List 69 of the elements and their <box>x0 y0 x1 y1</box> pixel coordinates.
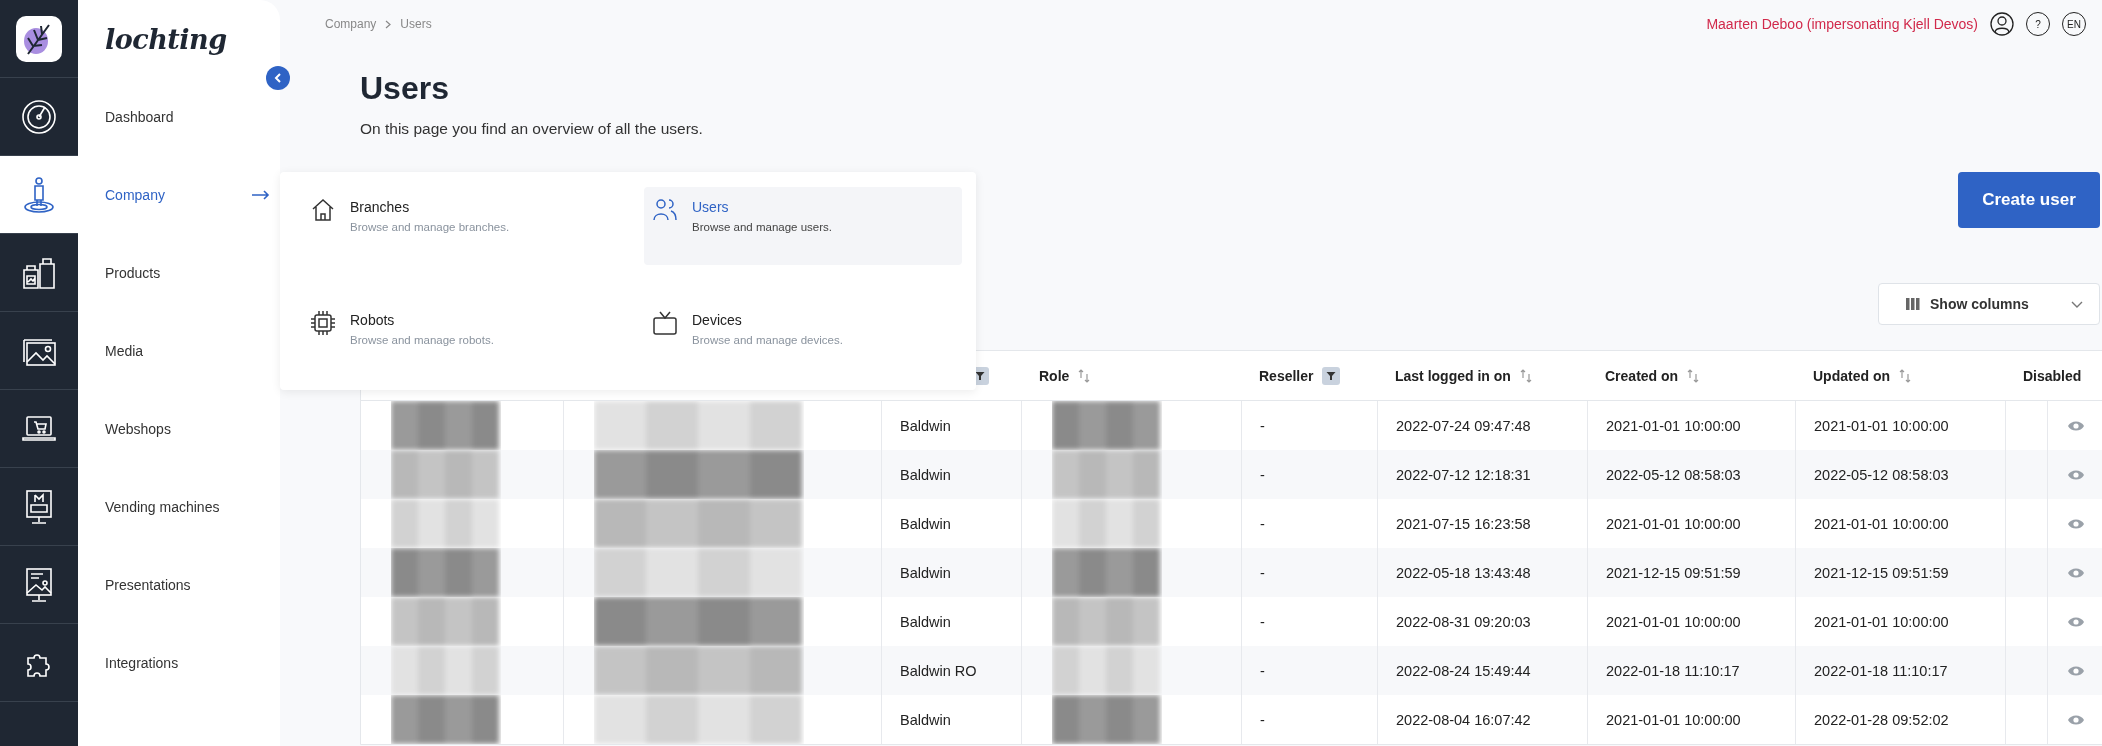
table-cell: - <box>1260 417 1265 434</box>
table-cell: 2022-01-18 11:10:17 <box>1814 662 1948 679</box>
submenu-title: Users <box>692 199 730 215</box>
table-cell: 2022-07-24 09:47:48 <box>1396 417 1531 434</box>
sidebar-item[interactable]: Integrations <box>78 624 280 702</box>
table-cell: 2021-01-01 10:00:00 <box>1814 417 1949 434</box>
table-cell: - <box>1260 564 1265 581</box>
submenu-description: Browse and manage branches. <box>350 221 510 233</box>
column-header[interactable]: Disabled <box>2005 351 2102 400</box>
table-cell: Baldwin <box>900 711 951 728</box>
submenu-description: Browse and manage robots. <box>350 334 494 346</box>
table-cell: Baldwin <box>900 515 951 532</box>
table-cell: 2021-01-01 10:00:00 <box>1606 417 1741 434</box>
column-header[interactable]: Updated on <box>1795 351 2005 400</box>
table-cell: 2021-01-01 10:00:00 <box>1814 515 1949 532</box>
submenu-item[interactable]: Users Browse and manage users. <box>644 187 962 265</box>
page-title: Users <box>360 69 450 108</box>
breadcrumb-link[interactable]: Users <box>400 17 432 31</box>
table-cell: 2022-08-04 16:07:42 <box>1396 711 1531 728</box>
table-cell: 2021-12-15 09:51:59 <box>1814 564 1949 581</box>
table-cell: 2022-01-28 09:52:02 <box>1814 711 1949 728</box>
submenu-item[interactable]: Robots Browse and manage robots. <box>302 300 620 378</box>
table-cell: 2022-05-12 08:58:03 <box>1814 466 1949 483</box>
sidebar-item[interactable]: Presentations <box>78 546 280 624</box>
submenu-title: Robots <box>350 312 396 328</box>
table-cell: Baldwin <box>900 466 951 483</box>
breadcrumb-link[interactable]: Company <box>325 17 377 31</box>
page-description: On this page you find an overview of all the users. <box>360 120 704 138</box>
sidebar-item[interactable]: Media <box>78 312 280 390</box>
submenu-title: Devices <box>692 312 743 328</box>
table-cell: 2022-05-12 08:58:03 <box>1606 466 1741 483</box>
submenu-item[interactable]: Branches Browse and manage branches. <box>302 187 620 265</box>
table-cell: - <box>1260 613 1265 630</box>
create-user-button[interactable]: Create user <box>1958 172 2100 228</box>
table-cell: Baldwin <box>900 613 951 630</box>
brand-logo: lochting <box>105 23 227 55</box>
table-cell: - <box>1260 711 1265 728</box>
table-cell: - <box>1260 662 1265 679</box>
submenu-item[interactable]: Devices Browse and manage devices. <box>644 300 962 378</box>
table-cell: - <box>1260 515 1265 532</box>
column-header[interactable]: Last logged in on <box>1377 351 1587 400</box>
user-name: Maarten Deboo (impersonating Kjell Devos) <box>1706 16 1978 32</box>
table-cell: 2021-01-01 10:00:00 <box>1814 613 1949 630</box>
table-cell: 2021-01-01 10:00:00 <box>1606 613 1741 630</box>
sidebar-item[interactable]: Dashboard <box>78 78 280 156</box>
table-cell: 2022-01-18 11:10:17 <box>1606 662 1740 679</box>
table-cell: 2021-01-01 10:00:00 <box>1606 711 1741 728</box>
table-cell: Baldwin <box>900 417 951 434</box>
table-cell: 2022-05-18 13:43:48 <box>1396 564 1531 581</box>
table-cell: 2022-08-24 15:49:44 <box>1396 662 1531 679</box>
sidebar-item[interactable]: Company <box>78 156 280 234</box>
submenu-title: Branches <box>350 199 411 215</box>
sidebar-item[interactable]: Products <box>78 234 280 312</box>
column-header[interactable]: Role <box>1021 351 1241 400</box>
table-cell: 2021-12-15 09:51:59 <box>1606 564 1741 581</box>
submenu-description: Browse and manage devices. <box>692 334 843 346</box>
submenu-description: Browse and manage users. <box>692 221 832 233</box>
table-cell: - <box>1260 466 1265 483</box>
show-columns-dropdown[interactable]: Show columns <box>1878 283 2100 325</box>
column-header[interactable]: Created on <box>1587 351 1795 400</box>
sidebar-item[interactable]: Webshops <box>78 390 280 468</box>
column-header[interactable]: Reseller <box>1241 351 1377 400</box>
sidebar-item[interactable]: Vending machines <box>78 468 280 546</box>
table-cell: 2022-07-12 12:18:31 <box>1396 466 1531 483</box>
table-cell: Baldwin RO <box>900 662 977 679</box>
table-cell: 2022-08-31 09:20:03 <box>1396 613 1531 630</box>
table-cell: Baldwin <box>900 564 951 581</box>
table-cell: 2021-07-15 16:23:58 <box>1396 515 1531 532</box>
table-cell: 2021-01-01 10:00:00 <box>1606 515 1741 532</box>
